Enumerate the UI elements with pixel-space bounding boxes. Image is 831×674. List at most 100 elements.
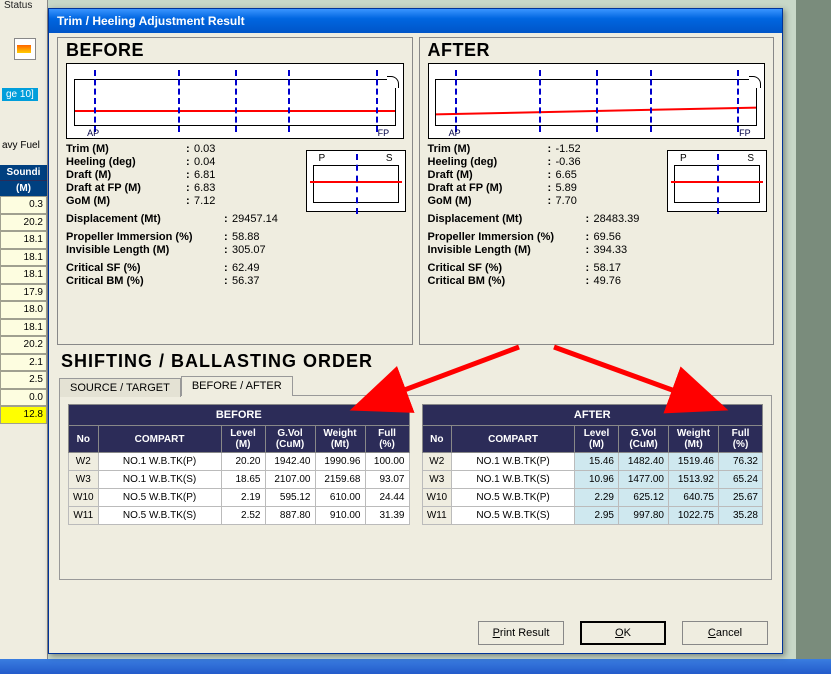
val-heel: -0.36 [556, 156, 630, 168]
val-sf: 58.17 [594, 262, 674, 274]
lab-draft: Draft (M) [66, 169, 186, 181]
th-compart: COMPART [452, 426, 575, 453]
heading-after: AFTER [428, 40, 766, 61]
lab-bm: Critical BM (%) [428, 275, 586, 287]
th-compart: COMPART [98, 426, 221, 453]
th-no: No [422, 426, 452, 453]
val-draftfp: 6.83 [194, 182, 268, 194]
val-trim: 0.03 [194, 143, 268, 155]
sounding-cell[interactable]: 17.9 [0, 284, 47, 302]
sounding-cell[interactable]: 2.5 [0, 371, 47, 389]
val-trim: -1.52 [556, 143, 630, 155]
section-diagram-before: P S [306, 150, 406, 212]
lab-prop: Propeller Immersion (%) [428, 231, 586, 243]
lab-prop: Propeller Immersion (%) [66, 231, 224, 243]
val-gom: 7.12 [194, 195, 268, 207]
tab-before-after[interactable]: BEFORE / AFTER [181, 376, 293, 396]
th-level: Level(M) [221, 426, 265, 453]
bg-gamearea [796, 0, 831, 659]
tab-content: BEFORE No COMPART Level(M) G.Vol(CuM) We… [59, 396, 772, 580]
stats-after: Trim (M):-1.52 Heeling (deg):-0.36 Draft… [428, 143, 638, 207]
heading-before: BEFORE [66, 40, 404, 61]
lab-inv: Invisible Length (M) [66, 244, 224, 256]
lab-sf: Critical SF (%) [428, 262, 586, 274]
lab-trim: Trim (M) [66, 143, 186, 155]
tab-source-target[interactable]: SOURCE / TARGET [59, 378, 181, 397]
label-p: P [680, 153, 687, 164]
lab-heel: Heeling (deg) [428, 156, 548, 168]
val-sf: 62.49 [232, 262, 312, 274]
col-hdr-sounding: Soundi [0, 165, 47, 180]
table-row[interactable]: W10NO.5 W.B.TK(P)2.19595.12610.0024.44 [69, 489, 410, 507]
th-weight: Weight(Mt) [315, 426, 365, 453]
label-ap: AP [449, 128, 461, 138]
tab-partial: ge 10] [2, 88, 38, 101]
label-s: S [747, 153, 754, 164]
val-bm: 49.76 [594, 275, 674, 287]
lab-disp: Displacement (Mt) [66, 213, 224, 225]
lab-sf: Critical SF (%) [66, 262, 224, 274]
label-partial: avy Fuel [2, 140, 40, 151]
val-bm: 56.37 [232, 275, 312, 287]
ok-button[interactable]: OK [580, 621, 666, 645]
lab-gom: GoM (M) [66, 195, 186, 207]
sounding-cell[interactable]: 2.1 [0, 354, 47, 372]
table-row[interactable]: W2NO.1 W.B.TK(P)15.461482.401519.4676.32 [422, 453, 763, 471]
label-ap: AP [87, 128, 99, 138]
table-row[interactable]: W2NO.1 W.B.TK(P)20.201942.401990.96100.0… [69, 453, 410, 471]
th-level: Level(M) [575, 426, 619, 453]
dialog-title: Trim / Heeling Adjustment Result [49, 9, 782, 33]
heading-shifting: SHIFTING / BALLASTING ORDER [49, 347, 782, 374]
val-prop: 69.56 [594, 231, 674, 243]
sounding-cell[interactable]: 20.2 [0, 214, 47, 232]
val-disp: 29457.14 [232, 213, 312, 225]
val-disp: 28483.39 [594, 213, 674, 225]
sounding-cell[interactable]: 0.0 [0, 389, 47, 407]
section-diagram-after: P S [667, 150, 767, 212]
label-fp: FP [739, 128, 751, 138]
sounding-cell[interactable]: 12.8 [0, 406, 47, 424]
val-inv: 394.33 [594, 244, 674, 256]
label-s: S [386, 153, 393, 164]
val-heel: 0.04 [194, 156, 268, 168]
lab-gom: GoM (M) [428, 195, 548, 207]
hull-diagram-before: AP FP [66, 63, 404, 139]
wave-icon [14, 38, 36, 60]
lab-bm: Critical BM (%) [66, 275, 224, 287]
lab-heel: Heeling (deg) [66, 156, 186, 168]
table-row[interactable]: W11NO.5 W.B.TK(S)2.95997.801022.7535.28 [422, 507, 763, 525]
sounding-cell[interactable]: 0.3 [0, 196, 47, 214]
th-weight: Weight(Mt) [669, 426, 719, 453]
th-gvol: G.Vol(CuM) [265, 426, 315, 453]
taskbar[interactable] [0, 659, 831, 674]
th-no: No [69, 426, 99, 453]
val-inv: 305.07 [232, 244, 312, 256]
sounding-cell[interactable]: 18.1 [0, 266, 47, 284]
th-full: Full(%) [719, 426, 763, 453]
hull-diagram-after: AP FP [428, 63, 766, 139]
table-row[interactable]: W11NO.5 W.B.TK(S)2.52887.80910.0031.39 [69, 507, 410, 525]
table-row[interactable]: W3NO.1 W.B.TK(S)18.652107.002159.6893.07 [69, 471, 410, 489]
lab-trim: Trim (M) [428, 143, 548, 155]
stats-before: Trim (M):0.03 Heeling (deg):0.04 Draft (… [66, 143, 276, 207]
sounding-cell[interactable]: 18.1 [0, 319, 47, 337]
dialog-trim-heeling: Trim / Heeling Adjustment Result BEFORE … [48, 8, 783, 654]
sounding-cell[interactable]: 18.1 [0, 249, 47, 267]
sounding-cell[interactable]: 20.2 [0, 336, 47, 354]
pane-after: AFTER AP FP P S Trim (M):-1.52 [419, 37, 775, 345]
pane-before: BEFORE AP FP P S Trim (M):0.03 Heel [57, 37, 413, 345]
table-row[interactable]: W3NO.1 W.B.TK(S)10.961477.001513.9265.24 [422, 471, 763, 489]
lab-disp: Displacement (Mt) [428, 213, 586, 225]
table-title: BEFORE [69, 405, 410, 426]
table-title: AFTER [422, 405, 763, 426]
table-row[interactable]: W10NO.5 W.B.TK(P)2.29625.12640.7525.67 [422, 489, 763, 507]
lab-inv: Invisible Length (M) [428, 244, 586, 256]
label-p: P [319, 153, 326, 164]
lab-draft: Draft (M) [428, 169, 548, 181]
status-label: Status [4, 0, 32, 11]
cancel-button[interactable]: Cancel [682, 621, 768, 645]
print-result-button[interactable]: Print Result [478, 621, 564, 645]
sounding-cell[interactable]: 18.1 [0, 231, 47, 249]
sounding-cell[interactable]: 18.0 [0, 301, 47, 319]
th-full: Full(%) [365, 426, 409, 453]
